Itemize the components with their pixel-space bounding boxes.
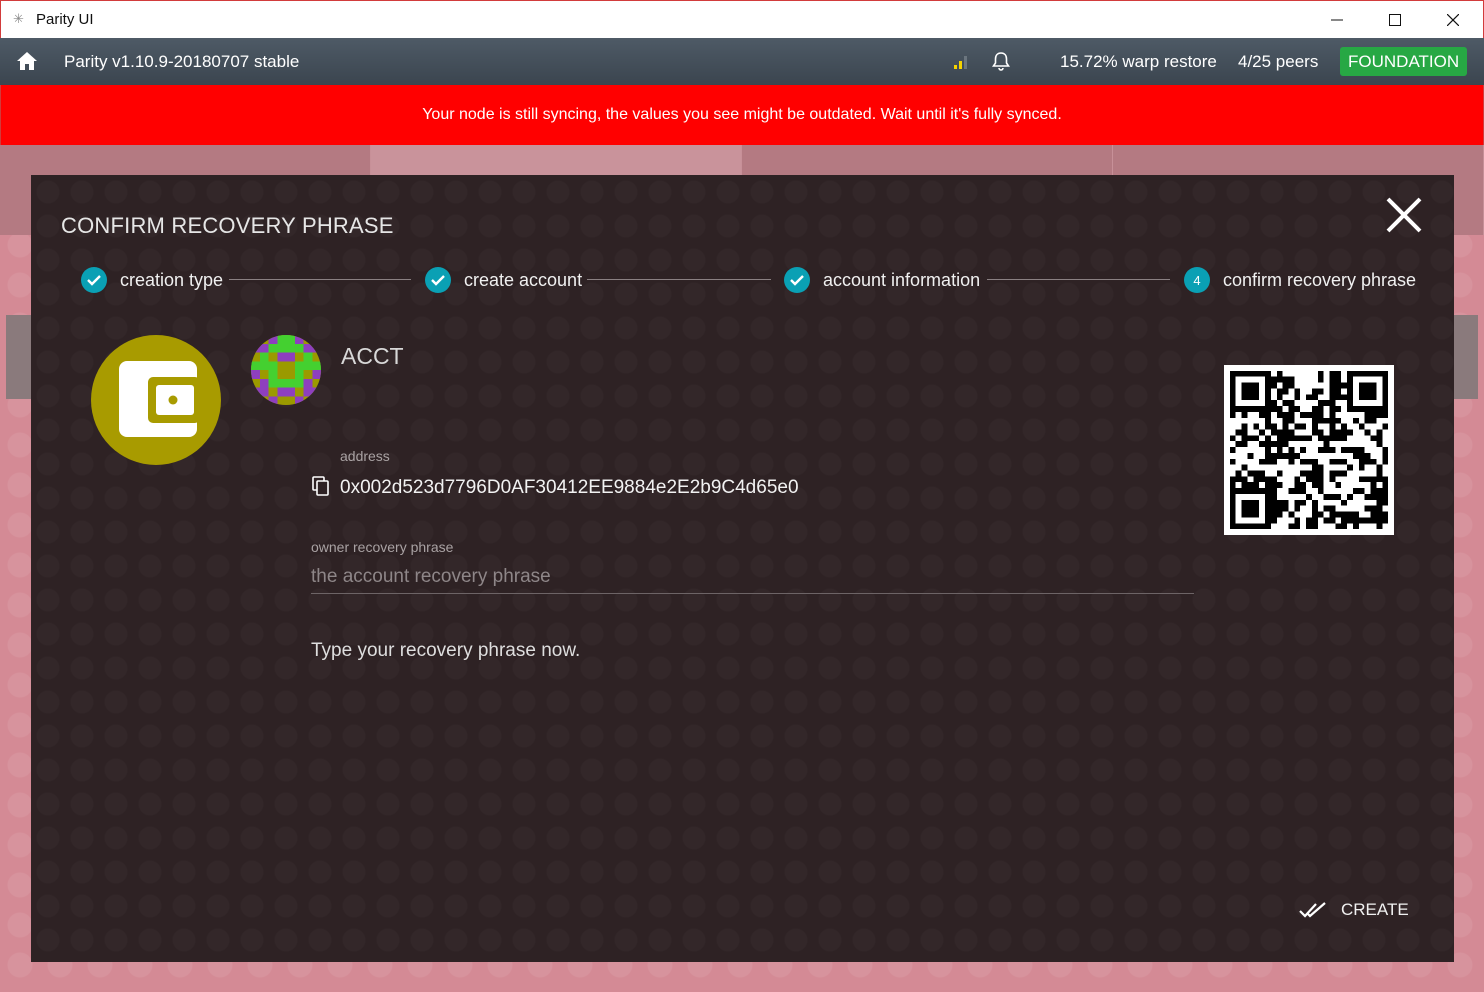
bell-icon[interactable] [990, 50, 1012, 72]
step-label: account information [823, 269, 981, 290]
step-create-account: create account [425, 265, 582, 295]
step-label: create account [464, 269, 583, 290]
stepper: creation type create account account inf… [79, 265, 1416, 295]
signal-icon [954, 56, 967, 69]
address-qr-code [1224, 365, 1394, 535]
sync-status: 15.72% warp restore [1060, 52, 1217, 71]
home-icon[interactable] [16, 51, 38, 71]
parity-logo-icon: ✳ [13, 11, 24, 26]
close-modal-icon[interactable] [1384, 195, 1424, 235]
create-button-label: CREATE [1341, 900, 1409, 919]
check-circle-icon [425, 267, 451, 293]
address-label: address [340, 448, 390, 464]
account-identicon [251, 335, 321, 405]
modal-title: CONFIRM RECOVERY PHRASE [61, 213, 394, 238]
minimize-button[interactable] [1308, 1, 1366, 39]
double-check-icon [1299, 902, 1326, 918]
step-connector [987, 279, 1170, 280]
step-creation-type: creation type [81, 265, 223, 295]
step-connector [229, 279, 411, 280]
version-label: Parity v1.10.9-20180707 stable [64, 52, 300, 71]
recovery-phrase-label: owner recovery phrase [311, 539, 454, 555]
close-icon [1447, 14, 1459, 26]
create-button[interactable]: CREATE [1299, 895, 1409, 925]
recovery-phrase-input[interactable] [311, 561, 1194, 594]
step-number-badge: 4 [1184, 267, 1210, 293]
step-account-information: account information [784, 265, 980, 295]
sync-warning-banner: Your node is still syncing, the values y… [0, 85, 1484, 145]
window-close-button[interactable] [1424, 1, 1482, 39]
account-address: 0x002d523d7796D0AF30412EE9884e2E2b9C4d65… [340, 477, 799, 498]
wallet-icon [91, 335, 221, 465]
peer-count: 4/25 peers [1238, 52, 1319, 71]
minimize-icon [1331, 19, 1343, 21]
check-circle-icon [81, 267, 107, 293]
step-label: creation type [120, 269, 224, 290]
create-account-modal: CONFIRM RECOVERY PHRASE creation type cr… [31, 175, 1454, 962]
step-label: confirm recovery phrase [1223, 269, 1417, 290]
window-titlebar: ✳ Parity UI [0, 0, 1484, 38]
window-title: Parity UI [36, 11, 94, 28]
account-name: ACCT [341, 343, 404, 369]
step-connector [587, 279, 771, 280]
chain-badge: FOUNDATION [1340, 47, 1468, 76]
copy-icon[interactable] [312, 476, 330, 496]
recovery-phrase-hint: Type your recovery phrase now. [311, 640, 581, 661]
step-confirm-recovery-phrase: 4 confirm recovery phrase [1184, 265, 1416, 295]
maximize-button[interactable] [1366, 1, 1424, 39]
status-bar: Parity v1.10.9-20180707 stable 15.72% wa… [0, 38, 1484, 85]
maximize-icon [1389, 14, 1401, 26]
check-circle-icon [784, 267, 810, 293]
